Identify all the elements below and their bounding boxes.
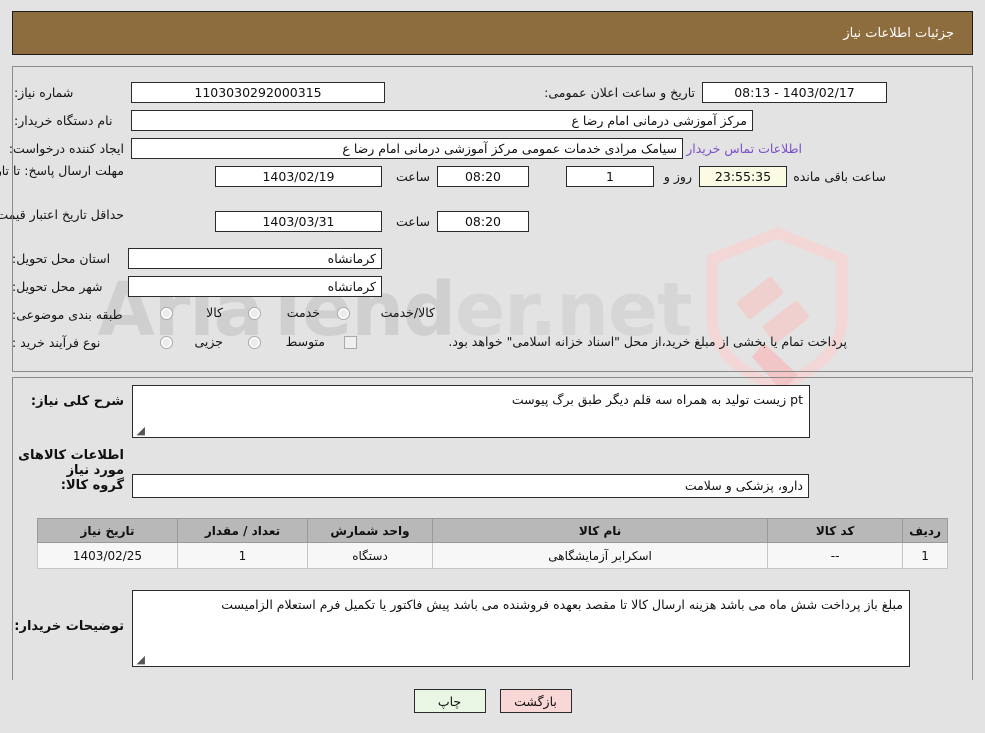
table-col-code: کد کالا: [767, 518, 904, 543]
cell-name: اسکرابر آزمایشگاهی: [431, 542, 769, 569]
action-buttons: بازگشت چاپ: [0, 689, 985, 713]
table-col-need-date: تاریخ نیاز: [37, 518, 178, 543]
table-col-index: ردیف: [902, 518, 948, 543]
cell-code: --: [767, 542, 904, 569]
table-col-quantity: تعداد / مقدار: [177, 518, 308, 543]
back-button[interactable]: بازگشت: [499, 689, 572, 713]
cell-quantity: 1: [177, 542, 308, 569]
cell-index: 1: [902, 542, 948, 569]
page-title: جزئیات اطلاعات نیاز: [843, 25, 954, 41]
page-root: AriaTender.net جزئیات اطلاعات نیاز شماره…: [0, 0, 985, 733]
table-col-unit: واحد شمارش: [307, 518, 433, 543]
table-header-row: ردیف کد کالا نام کالا واحد شمارش تعداد /…: [37, 518, 948, 543]
cell-need-date: 1403/02/25: [37, 542, 178, 569]
table-col-name: نام کالا: [431, 518, 769, 543]
page-header-bar: جزئیات اطلاعات نیاز: [12, 11, 973, 55]
cell-unit: دستگاه: [307, 542, 433, 569]
items-table: ردیف کد کالا نام کالا واحد شمارش تعداد /…: [37, 518, 948, 569]
table-row: 1 -- اسکرابر آزمایشگاهی دستگاه 1 1403/02…: [37, 542, 948, 569]
print-button[interactable]: چاپ: [413, 689, 486, 713]
need-info-panel: [12, 66, 973, 372]
